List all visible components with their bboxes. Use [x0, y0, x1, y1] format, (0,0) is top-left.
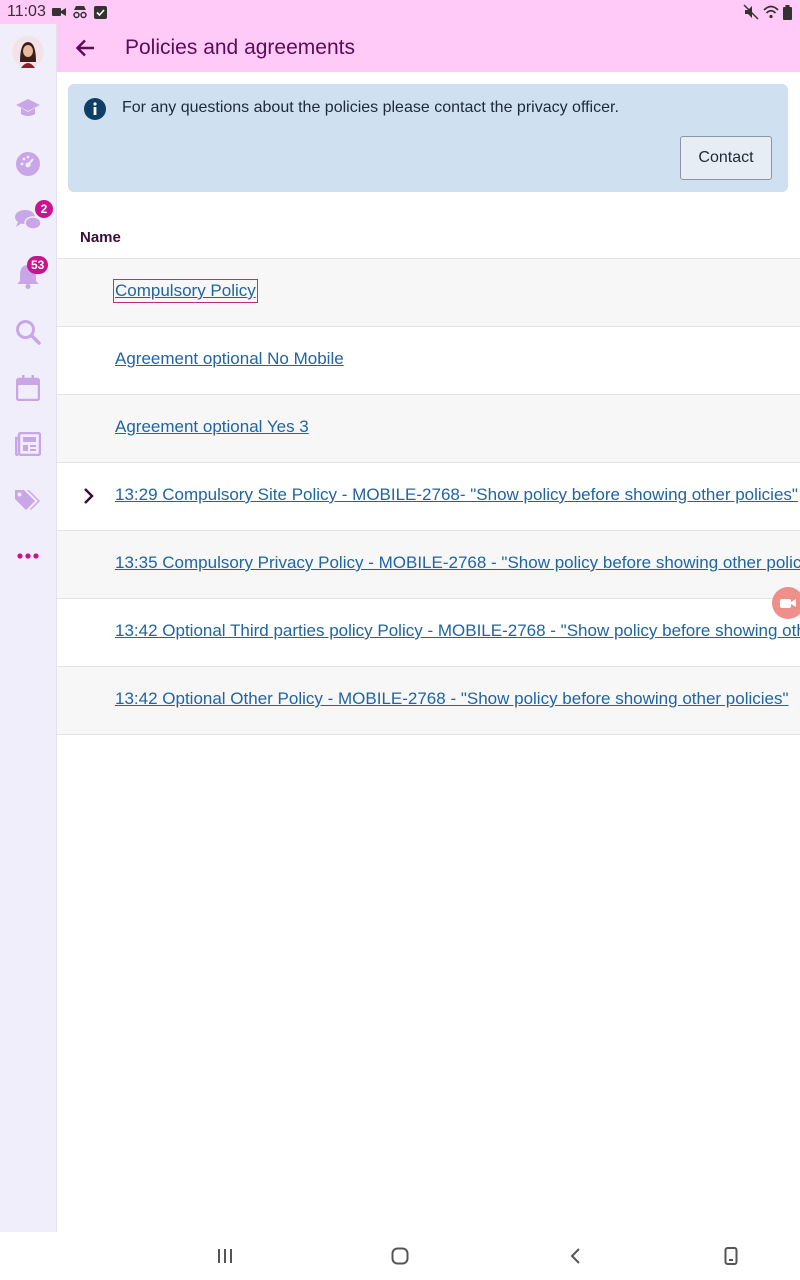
screen-recorder-button[interactable]	[772, 587, 800, 619]
phone-rotate-icon	[724, 1247, 738, 1265]
table-row: 13:29 Compulsory Site Policy - MOBILE-27…	[57, 462, 800, 530]
avatar[interactable]	[0, 24, 56, 80]
table-row: 13:35 Compulsory Privacy Policy - MOBILE…	[57, 530, 800, 598]
info-banner: For any questions about the policies ple…	[68, 84, 788, 192]
notifications-nav-item[interactable]: 53	[0, 248, 56, 304]
camera-icon	[780, 599, 796, 608]
policy-link[interactable]: 13:35 Compulsory Privacy Policy - MOBILE…	[115, 553, 800, 573]
battery-icon	[783, 4, 792, 20]
gauge-icon	[16, 152, 40, 176]
table-row: Agreement optional No Mobile	[57, 326, 800, 394]
courses-nav-item[interactable]	[0, 80, 56, 136]
policy-link[interactable]: Compulsory Policy	[113, 279, 258, 303]
search-nav-item[interactable]	[0, 304, 56, 360]
system-navigation-bar	[0, 1232, 800, 1280]
policies-table: Compulsory Policy Agreement optional No …	[57, 258, 800, 735]
messages-nav-item[interactable]: 2	[0, 192, 56, 248]
table-row: Compulsory Policy	[57, 258, 800, 326]
info-icon	[84, 98, 106, 120]
home-button[interactable]	[388, 1244, 412, 1268]
recents-button[interactable]	[213, 1244, 237, 1268]
more-nav-item[interactable]	[0, 528, 56, 584]
table-row: Agreement optional Yes 3	[57, 394, 800, 462]
policy-link[interactable]: 13:29 Compulsory Site Policy - MOBILE-27…	[115, 485, 798, 505]
tags-icon	[15, 490, 40, 510]
calendar-icon	[16, 375, 40, 401]
chevron-right-icon[interactable]	[83, 487, 95, 505]
policy-link[interactable]: Agreement optional Yes 3	[115, 417, 309, 437]
user-avatar-icon	[12, 36, 44, 68]
contact-button[interactable]: Contact	[680, 136, 772, 180]
arrow-left-icon	[75, 39, 94, 57]
status-bar: 11:03	[0, 0, 800, 24]
task-check-icon	[93, 5, 107, 19]
policy-link[interactable]: 13:42 Optional Third parties policy Poli…	[115, 621, 800, 641]
back-chevron-icon	[570, 1248, 580, 1264]
recents-icon	[218, 1249, 232, 1263]
calendar-nav-item[interactable]	[0, 360, 56, 416]
notifications-badge: 53	[27, 256, 49, 274]
mute-icon	[743, 4, 759, 20]
messages-badge: 2	[35, 200, 53, 218]
policy-link[interactable]: Agreement optional No Mobile	[115, 349, 344, 369]
graduation-cap-icon	[16, 99, 40, 116]
home-icon	[391, 1247, 409, 1265]
side-navigation-rail: 2 53	[0, 24, 57, 1232]
incognito-icon	[73, 6, 87, 19]
dashboard-nav-item[interactable]	[0, 136, 56, 192]
back-button[interactable]	[57, 24, 113, 72]
app-header: Policies and agreements	[57, 24, 800, 72]
wifi-icon	[763, 5, 779, 19]
newspaper-icon	[15, 432, 41, 456]
table-row: 13:42 Optional Other Policy - MOBILE-276…	[57, 666, 800, 735]
rotate-button[interactable]	[719, 1244, 743, 1268]
more-dots-icon	[17, 553, 39, 559]
back-nav-button[interactable]	[563, 1244, 587, 1268]
tags-nav-item[interactable]	[0, 472, 56, 528]
info-text: For any questions about the policies ple…	[122, 99, 619, 116]
news-nav-item[interactable]	[0, 416, 56, 472]
search-icon	[16, 320, 41, 345]
policy-link[interactable]: 13:42 Optional Other Policy - MOBILE-276…	[115, 689, 789, 709]
table-row: 13:42 Optional Third parties policy Poli…	[57, 598, 800, 666]
column-header-name[interactable]: Name	[80, 229, 121, 246]
page-title: Policies and agreements	[125, 36, 355, 59]
video-camera-icon	[51, 8, 66, 16]
status-time: 11:03	[7, 3, 46, 20]
